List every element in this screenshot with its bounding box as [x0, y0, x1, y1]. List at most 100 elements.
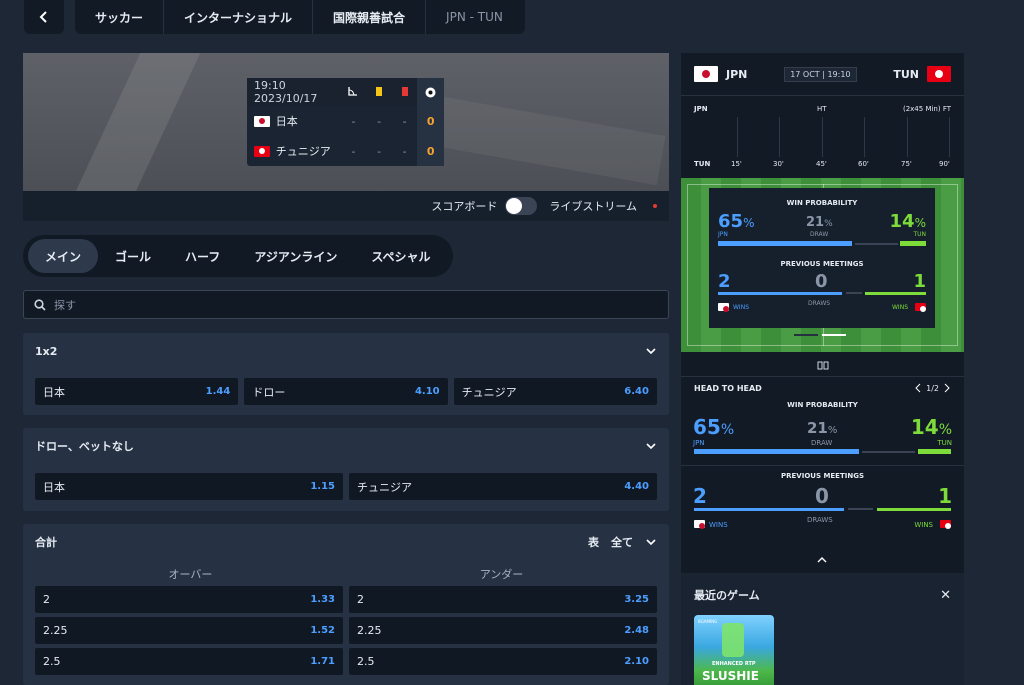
win-probability-title: WIN PROBABILITY	[786, 199, 858, 207]
away-prob-bar	[900, 241, 926, 246]
red-value: -	[402, 114, 407, 128]
chevron-down-icon	[646, 443, 656, 450]
search-icon	[34, 298, 46, 311]
live-indicator-icon	[653, 204, 657, 208]
chevron-down-icon	[646, 348, 656, 355]
recent-games-title: 最近のゲーム	[694, 589, 760, 602]
yellow-value: -	[377, 144, 382, 158]
odd-button[interactable]: 2.25 2.48	[349, 617, 657, 644]
red-value: -	[402, 144, 407, 158]
chevron-left-icon[interactable]	[914, 383, 922, 393]
tick-label: 45'	[816, 160, 827, 168]
game-thumbnail[interactable]: BGAMING ENHANCED RTP SLUSHIE	[694, 615, 774, 685]
game-name: SLUSHIE	[702, 669, 759, 683]
breadcrumb: サッカー インターナショナル 国際親善試合 JPN - TUN	[75, 0, 525, 34]
back-button[interactable]	[24, 0, 64, 34]
market-tabs: メイン ゴール ハーフ アジアンライン スペシャル	[23, 235, 453, 277]
filter-label[interactable]: 全て	[611, 534, 633, 550]
tick-label: 60'	[858, 160, 869, 168]
home-wins: 2	[718, 271, 731, 292]
tick-label: 15'	[731, 160, 742, 168]
stadium-icon	[817, 361, 828, 369]
tab-goals[interactable]: ゴール	[98, 239, 168, 273]
tab-asian-line[interactable]: アジアンライン	[237, 239, 354, 273]
tunisia-flag-icon	[254, 145, 270, 157]
corner-icon	[341, 86, 367, 99]
timeline-away: TUN	[694, 160, 711, 168]
home-pct: 65	[718, 211, 744, 232]
head-to-head-header: HEAD TO HEAD 1/2	[694, 383, 951, 393]
team-name: チュニジア	[275, 145, 331, 158]
tick-label: 30'	[773, 160, 784, 168]
team-name: 日本	[275, 115, 298, 128]
carousel-dots[interactable]	[794, 334, 846, 336]
market-title: ドロー、ベットなし	[35, 440, 134, 453]
odd-button[interactable]: 2.5 1.71	[35, 648, 343, 675]
tunisia-flag-icon	[926, 66, 951, 82]
chevron-right-icon[interactable]	[943, 383, 951, 393]
odd-button[interactable]: チュニジア 4.40	[349, 473, 657, 500]
teams-header: JPN 17 OCT | 19:10 TUN	[681, 53, 964, 96]
match-info-panel: JPN 17 OCT | 19:10 TUN JPN HT (2x45 Min)…	[681, 53, 964, 685]
breadcrumb-friendly[interactable]: 国際親善試合	[313, 0, 427, 34]
away-wins: 1	[913, 271, 926, 292]
market-header[interactable]: ドロー、ベットなし	[23, 428, 669, 464]
tab-main[interactable]: メイン	[28, 239, 99, 273]
scoreboard-row-home: 日本 - - - 0	[247, 106, 444, 136]
odd-button[interactable]: 日本 1.44	[35, 378, 239, 405]
breadcrumb-match: JPN - TUN	[446, 10, 503, 24]
market-header[interactable]: 1x2	[23, 333, 669, 369]
home-team: JPN	[726, 67, 748, 81]
tick-label: 75'	[901, 160, 912, 168]
odd-button[interactable]: 2.5 2.10	[349, 648, 657, 675]
corners-value: -	[351, 114, 356, 128]
home-prob-bar	[718, 241, 852, 246]
draws: 0	[815, 271, 828, 292]
scoreboard: 19:10 2023/10/17 日本 - - - 0 チュニジア - - - …	[247, 78, 444, 166]
view-label[interactable]: 表	[588, 534, 599, 550]
red-card-icon	[392, 86, 418, 99]
yellow-card-icon	[366, 86, 392, 99]
ball-icon	[417, 78, 444, 106]
corners-value: -	[351, 144, 356, 158]
timeline-ht: HT	[817, 105, 827, 113]
view-switch[interactable]	[505, 197, 538, 215]
tab-special[interactable]: スペシャル	[354, 239, 447, 273]
odd-button[interactable]: ドロー 4.10	[244, 378, 448, 405]
timeline-ft: (2x45 Min) FT	[902, 105, 951, 113]
head-to-head-toggle[interactable]	[681, 353, 964, 377]
market-total: 合計 表 全て オーバー アンダー 2 1.33 2 3.25 2.25 1.52 2…	[23, 524, 669, 685]
chevron-left-icon	[39, 11, 47, 23]
win-probability-card: WIN PROBABILITY 65% 21% 14% JPN DRAW TUN…	[709, 188, 935, 328]
match-datetime: 19:10 2023/10/17	[254, 79, 318, 105]
tab-half[interactable]: ハーフ	[168, 239, 237, 273]
odd-button[interactable]: 2 3.25	[349, 586, 657, 613]
goals-value: 0	[417, 136, 444, 166]
view-toggle-bar: スコアボード ライブストリーム	[23, 191, 669, 221]
away-team: TUN	[893, 67, 919, 81]
head-to-head-title: HEAD TO HEAD	[694, 383, 762, 393]
search-input[interactable]: 探す	[23, 290, 669, 319]
game-label: ENHANCED RTP	[712, 661, 756, 667]
market-1x2: 1x2 日本 1.44 ドロー 4.10 チュニジア 6.40	[23, 333, 669, 415]
breadcrumb-soccer[interactable]: サッカー	[75, 0, 165, 34]
away-pct: 14	[889, 211, 915, 232]
tick-label: 90'	[939, 160, 950, 168]
previous-meetings-title: PREVIOUS MEETINGS	[780, 260, 864, 268]
timeline-home: JPN	[694, 105, 708, 113]
odd-button[interactable]: チュニジア 6.40	[453, 378, 657, 405]
odd-button[interactable]: 2.25 1.52	[35, 617, 343, 644]
odd-button[interactable]: 2 1.33	[35, 586, 343, 613]
market-draw-no-bet: ドロー、ベットなし 日本 1.15 チュニジア 4.40	[23, 428, 669, 511]
draw-prob-bar	[855, 243, 898, 245]
scoreboard-row-away: チュニジア - - - 0	[247, 136, 444, 166]
scoreboard-label: スコアボード	[431, 200, 498, 213]
chevron-up-icon[interactable]	[817, 556, 827, 564]
japan-flag-icon	[254, 115, 270, 127]
breadcrumb-international[interactable]: インターナショナル	[164, 0, 314, 34]
market-header[interactable]: 合計 表 全て	[23, 524, 669, 560]
odd-button[interactable]: 日本 1.15	[35, 473, 343, 500]
close-icon[interactable]: ✕	[940, 588, 951, 603]
head-to-head-stats: WIN PROBABILITY 65% 21% 14% JPN DRAW TUN…	[681, 401, 964, 531]
game-provider: BGAMING	[698, 619, 718, 624]
